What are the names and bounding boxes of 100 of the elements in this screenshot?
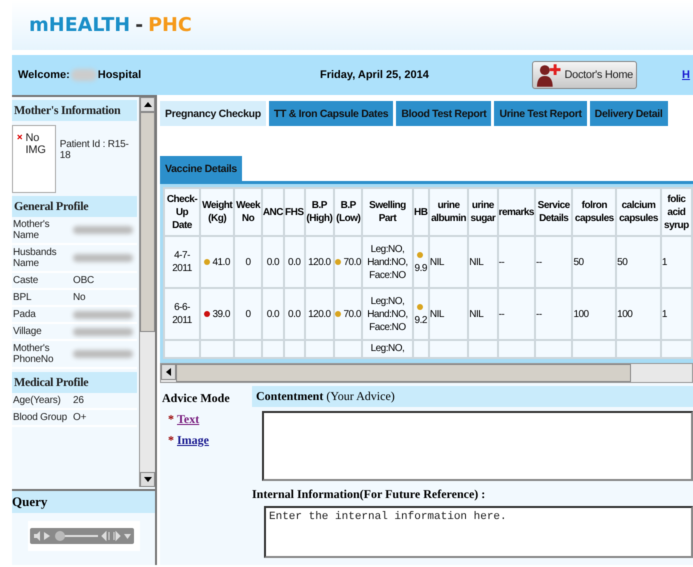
field-label: Mother's Name xyxy=(12,218,50,243)
field-label: Caste xyxy=(12,274,40,288)
column-header: calcium capsules xyxy=(616,188,661,236)
scroll-up-icon[interactable] xyxy=(140,97,155,112)
column-header: B.P (High) xyxy=(304,188,334,236)
table-cell: -- xyxy=(536,256,542,268)
field-value: 26 xyxy=(73,395,84,406)
header-link[interactable]: H xyxy=(682,69,690,81)
column-header: Week No xyxy=(234,188,262,236)
advice-mode-link[interactable]: Image xyxy=(177,433,209,447)
internal-info-label: Internal Information(For Future Reference) : xyxy=(252,486,486,502)
table-cell: -- xyxy=(536,308,542,320)
tab[interactable]: TT & Iron Capsule Dates xyxy=(268,101,394,126)
table-cell: 0 xyxy=(246,256,251,268)
field-value: No xyxy=(73,292,86,303)
table-cell: 39.0 xyxy=(212,308,230,320)
hospital-label: Hospital xyxy=(98,69,142,81)
doctor-home-button[interactable]: Doctor's Home xyxy=(532,61,637,89)
table-cell: Leg:NO, xyxy=(370,343,404,354)
table-cell: Leg:NO, Hand:NO, Face:NO xyxy=(367,296,408,332)
column-header: B.P (Low) xyxy=(334,188,362,236)
table-cell: 0.0 xyxy=(266,256,280,268)
horizontal-scrollbar[interactable] xyxy=(160,363,693,383)
title-separator: - xyxy=(135,14,144,36)
field-label: Pada xyxy=(12,308,37,322)
table-cell: 50 xyxy=(573,256,584,268)
field-label: Mother's PhoneNo xyxy=(12,342,54,367)
column-header: FHS xyxy=(284,188,304,236)
field-value: OBC xyxy=(73,275,94,286)
field-label: Age(Years) xyxy=(12,394,62,408)
table-cell: 9.2 xyxy=(414,315,427,326)
section-heading: General Profile xyxy=(12,196,138,217)
column-header: urine sugar xyxy=(468,188,498,236)
table-cell: 50 xyxy=(617,256,628,268)
brand-name: mHEALTH xyxy=(29,14,130,36)
column-header: remarks xyxy=(498,188,535,236)
field-label: BPL xyxy=(12,291,32,305)
doctor-icon xyxy=(536,63,562,87)
column-header: Swelling Part xyxy=(362,188,413,236)
welcome-label: Welcome: xyxy=(18,69,70,81)
bullet-mark: * xyxy=(168,412,174,426)
table-cell: NIL xyxy=(430,308,444,320)
column-header: HB xyxy=(412,188,429,236)
section-heading: Query xyxy=(12,491,155,513)
table-cell: -- xyxy=(498,308,504,320)
broken-image-icon xyxy=(17,132,22,142)
product-name: PHC xyxy=(148,14,192,36)
table-cell: Leg:NO, Hand:NO, Face:NO xyxy=(367,244,408,280)
table-cell: 100 xyxy=(573,308,589,320)
table-cell: NIL xyxy=(469,256,484,268)
table-cell: 1 xyxy=(662,256,667,268)
table-cell: 100 xyxy=(617,308,632,320)
table-cell: 120.0 xyxy=(308,256,331,268)
table-cell: 9.9 xyxy=(414,263,427,274)
image-alt-text: No IMG xyxy=(26,132,47,158)
column-header: Weight (Kg) xyxy=(200,188,234,236)
column-header: Service Details xyxy=(534,188,572,236)
table-cell: 0.0 xyxy=(288,308,300,320)
tab[interactable]: Delivery Detail xyxy=(590,101,668,126)
advice-textarea[interactable] xyxy=(262,411,693,481)
patient-id: Patient Id : R15-18 xyxy=(60,138,130,163)
table-cell: 41.0 xyxy=(212,256,230,268)
advice-mode-title: Advice Mode xyxy=(162,391,231,406)
table-cell: NIL xyxy=(430,256,444,268)
column-header: folron capsules xyxy=(572,188,616,236)
section-heading: Medical Profile xyxy=(12,372,138,393)
table-cell: 0 xyxy=(246,308,251,320)
audio-player-drawing[interactable] xyxy=(30,528,134,544)
column-header: Check-Up Date xyxy=(164,188,200,236)
tab[interactable]: Vaccine Details xyxy=(160,156,242,181)
table-cell: 70.0 xyxy=(343,308,361,320)
table-cell: 6-6-2011 xyxy=(172,302,192,326)
table-cell: 1 xyxy=(662,308,667,320)
tab[interactable]: Pregnancy Checkup xyxy=(160,101,266,126)
date-label: Friday, April 25, 2014 xyxy=(320,69,429,81)
table-cell: 70.0 xyxy=(343,256,361,268)
internal-info-textarea[interactable]: Enter the internal information here. xyxy=(264,506,693,558)
redacted-name xyxy=(70,69,97,81)
field-label: Husbands Name xyxy=(12,246,58,271)
tab[interactable]: Blood Test Report xyxy=(396,101,492,126)
vertical-scrollbar[interactable] xyxy=(139,97,155,487)
table-cell: 0.0 xyxy=(266,308,280,320)
column-header: urine albumin xyxy=(428,188,468,236)
field-label: Blood Group xyxy=(12,411,68,425)
table-cell: 0.0 xyxy=(288,256,300,268)
scroll-left-icon[interactable] xyxy=(161,364,176,380)
contentment-label: Contentment (Your Advice) xyxy=(252,386,693,407)
tab[interactable]: Urine Test Report xyxy=(494,101,587,126)
field-value: O+ xyxy=(73,412,86,423)
advice-mode-link[interactable]: Text xyxy=(177,412,200,426)
table-cell: 4-7-2011 xyxy=(172,250,192,274)
column-header: ANC xyxy=(262,188,284,236)
table-cell: -- xyxy=(498,256,504,268)
bullet-mark: * xyxy=(168,433,174,447)
table-cell: NIL xyxy=(469,308,484,320)
column-header: folic acid syrup xyxy=(660,188,692,236)
field-label: Village xyxy=(12,325,42,339)
table-cell: 120.0 xyxy=(308,308,331,320)
section-heading: Mother's Information xyxy=(12,100,138,121)
scroll-down-icon[interactable] xyxy=(140,472,155,487)
